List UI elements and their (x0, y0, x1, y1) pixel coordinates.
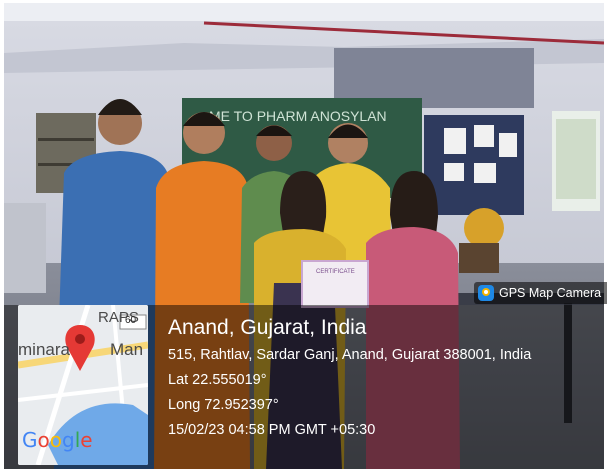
google-letter: g (62, 428, 75, 452)
map-label-right: Man (110, 340, 144, 359)
gps-map-camera-icon (478, 285, 494, 301)
map-thumbnail: RAPS 60 minara Man Google (18, 305, 148, 465)
google-letter: G (22, 428, 38, 452)
map-road-number: 60 (125, 315, 137, 326)
datetime: 15/02/23 04:58 PM GMT +05:30 (168, 422, 376, 438)
address-line: 515, Rahtlav, Sardar Ganj, Anand, Gujara… (168, 347, 532, 363)
longitude: Long 72.952397° (168, 397, 279, 413)
board-text: ME TO PHARM ANOSYLAN (209, 108, 387, 124)
map-label-left: minara (18, 340, 70, 359)
google-letter: o (37, 428, 50, 452)
badge-label: GPS Map Camera (499, 286, 602, 300)
google-letter: e (80, 428, 93, 452)
photo-frame: ME TO PHARM ANOSYLAN CERTIFICATE GPS Map… (0, 0, 607, 473)
latitude: Lat 22.555019° (168, 372, 267, 388)
google-logo: Google (22, 428, 93, 452)
certificate-text: CERTIFICATE (316, 269, 355, 275)
google-letter: o (49, 428, 62, 452)
place-name: Anand, Gujarat, India (168, 316, 367, 339)
gps-map-camera-badge: GPS Map Camera (474, 282, 607, 304)
